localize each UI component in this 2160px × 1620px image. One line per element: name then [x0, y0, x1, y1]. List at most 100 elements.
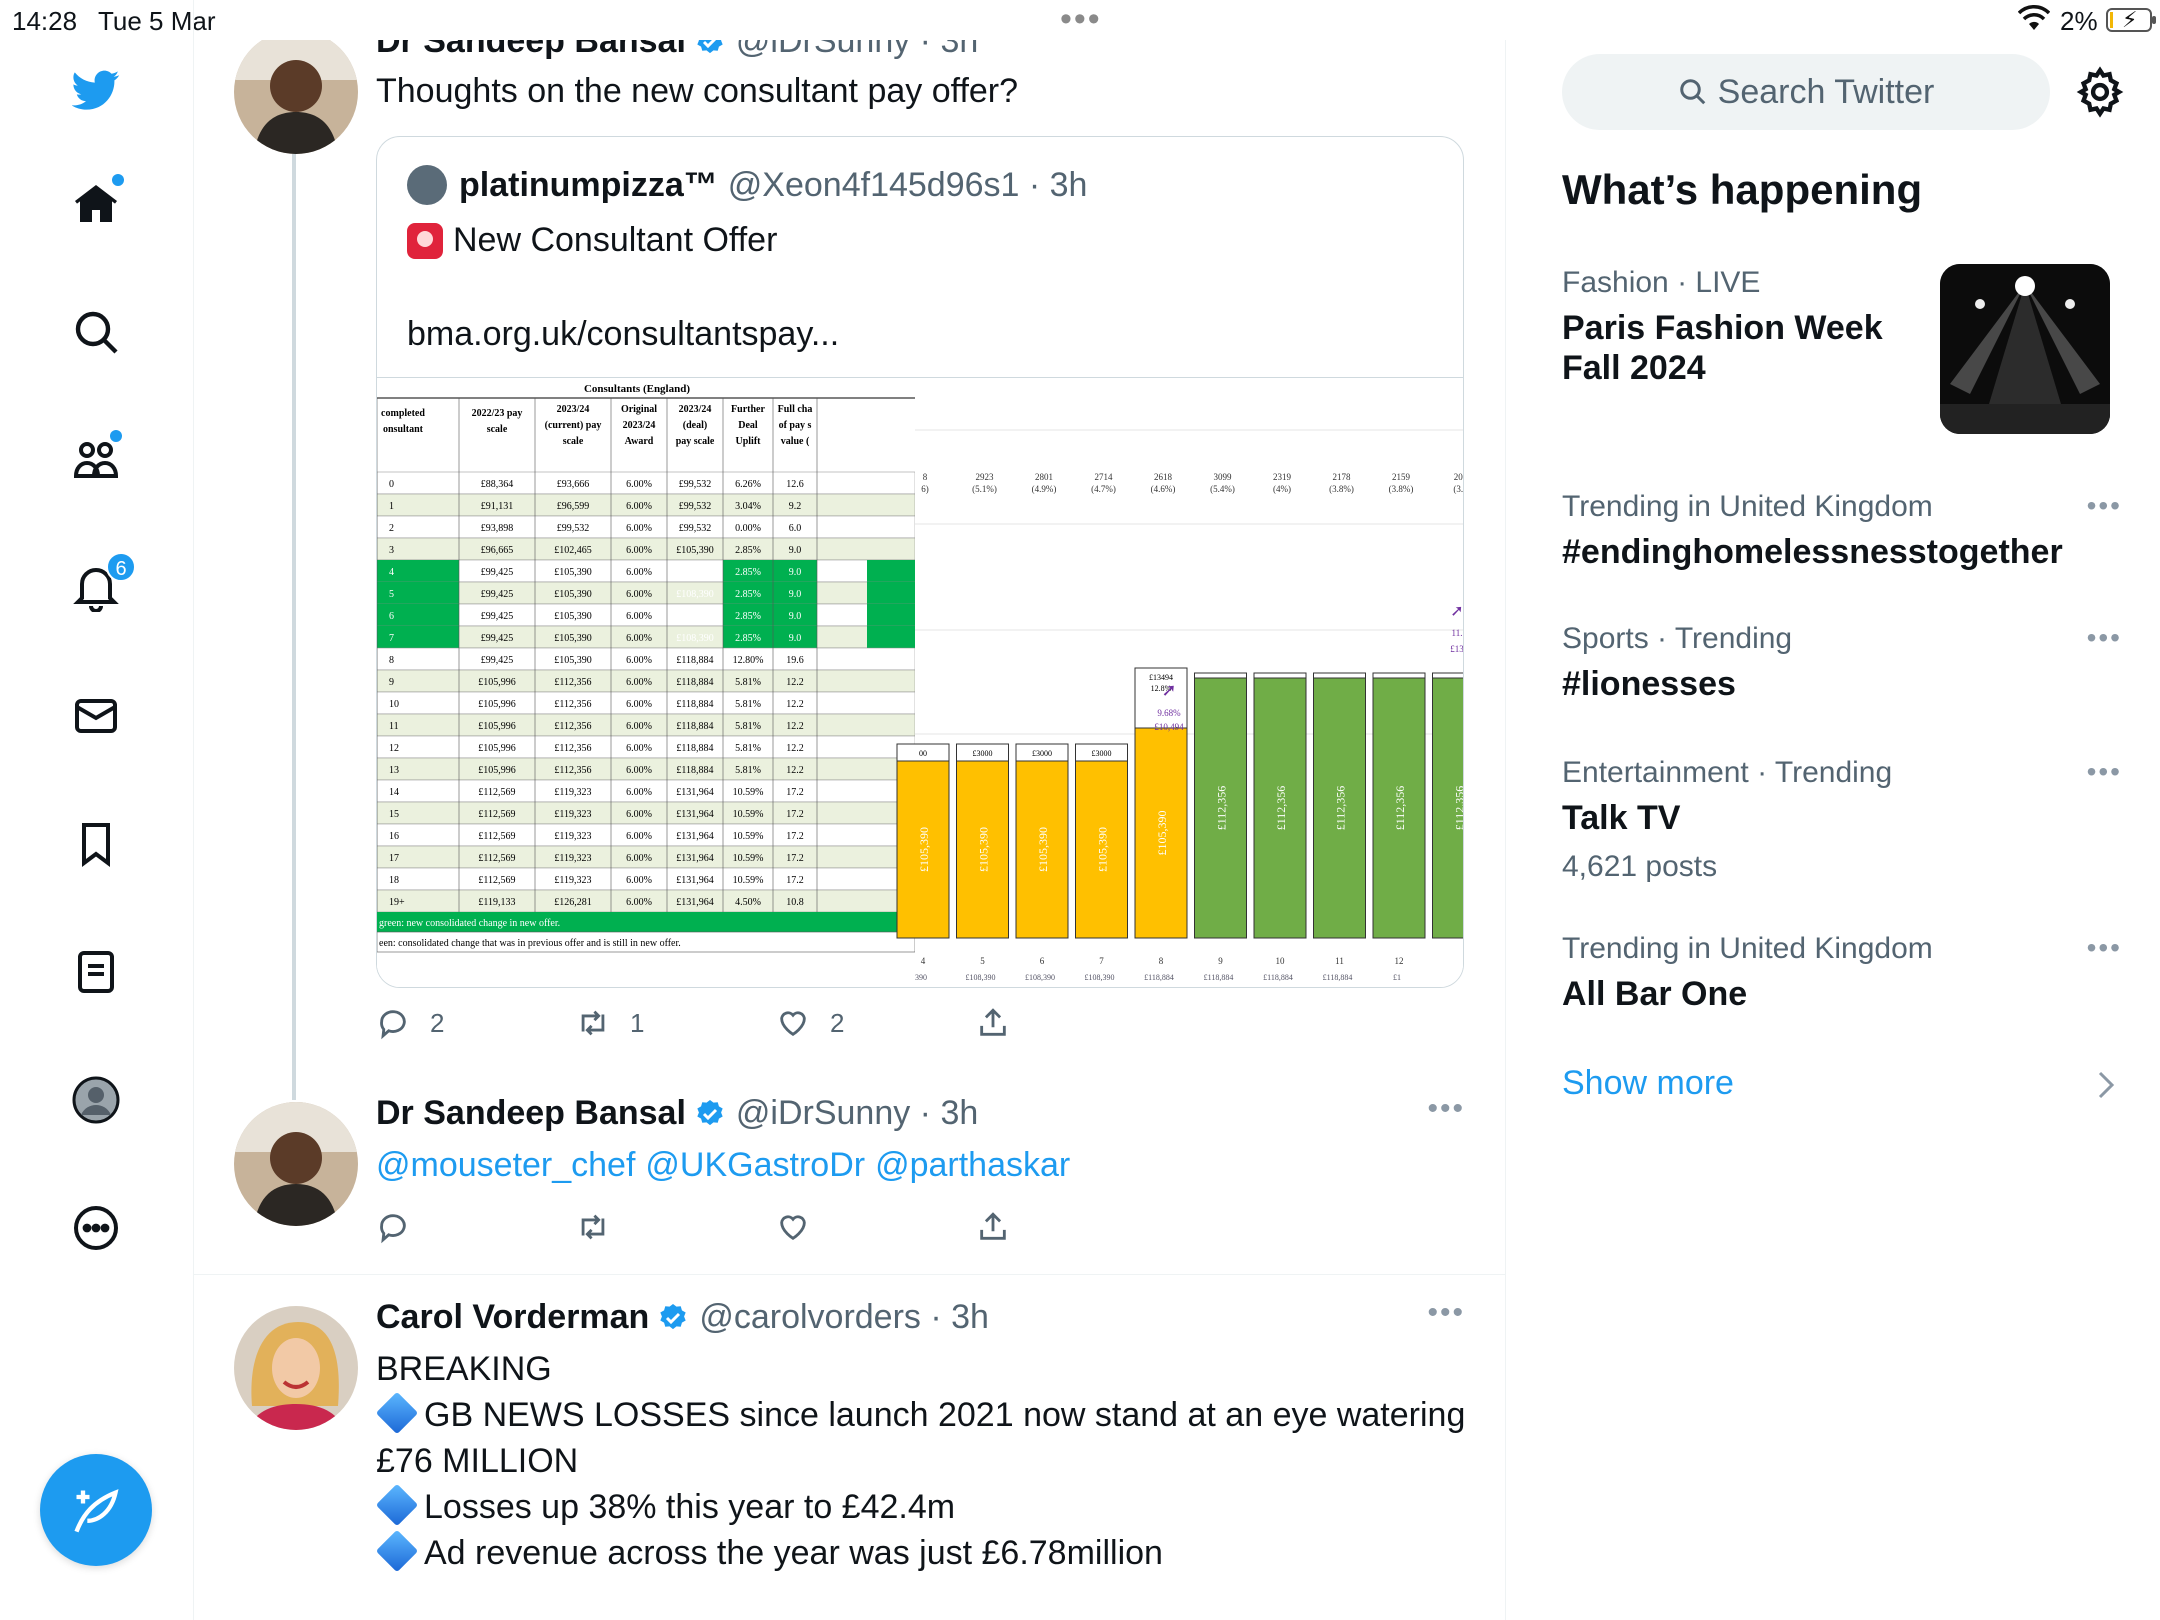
whats-happening-heading: What’s happening — [1562, 166, 1923, 213]
trend-thumbnail[interactable] — [1940, 264, 2110, 434]
top-label: (4.6%) — [1151, 484, 1176, 494]
bottom-value-label: £118,884 — [1323, 973, 1353, 982]
avatar[interactable] — [234, 40, 358, 154]
table-cell: £105,996 — [478, 677, 516, 688]
share-button[interactable] — [976, 1210, 1176, 1244]
profile-avatar-icon[interactable] — [60, 1064, 132, 1136]
top-label: (4.7%) — [1091, 484, 1116, 494]
table-header: (current) pay — [545, 420, 602, 431]
trend-more-icon[interactable]: ••• — [2087, 932, 2122, 964]
messages-envelope-icon[interactable] — [60, 680, 132, 752]
table-cell: £105,996 — [478, 765, 516, 776]
quoted-image[interactable]: Consultants (England) completed onsultant 2… — [377, 377, 1464, 987]
author-name[interactable]: Carol Vorderman — [376, 1298, 649, 1337]
compose-tweet-button[interactable] — [40, 1454, 152, 1566]
table-legend: een: consolidated change that was in pre… — [379, 938, 681, 949]
trend-item[interactable]: Entertainment · Trending Talk TV 4,621 p… — [1562, 756, 2122, 884]
trend-item[interactable]: Trending in United Kingdom All Bar One •… — [1562, 932, 2122, 1014]
mention-link[interactable]: @mouseter_chef — [376, 1146, 635, 1184]
like-button[interactable]: 2 — [776, 1006, 976, 1040]
search-input[interactable]: Search Twitter — [1562, 54, 2050, 130]
author-handle[interactable]: @carolvorders · 3h — [699, 1298, 989, 1337]
like-button[interactable] — [776, 1210, 976, 1244]
trend-more-icon[interactable]: ••• — [2087, 622, 2122, 654]
tweet-more-icon[interactable]: ••• — [1427, 1296, 1465, 1330]
mention-link[interactable]: @parthaskar — [875, 1146, 1070, 1184]
table-cell: £99,532 — [679, 479, 712, 490]
table-cell: £118,884 — [676, 677, 713, 688]
lists-icon[interactable] — [60, 936, 132, 1008]
more-options-icon[interactable] — [60, 1192, 132, 1264]
show-more-link[interactable]: Show more — [1562, 1064, 1734, 1103]
quoted-link[interactable]: bma.org.uk/consultantspay... — [407, 315, 839, 354]
tweet-more-icon[interactable]: ••• — [1427, 1092, 1465, 1126]
top-label: 2801 — [1035, 472, 1053, 482]
home-icon[interactable] — [60, 168, 132, 240]
table-cell: £99,425 — [481, 655, 514, 666]
author-handle[interactable]: @iDrSunny · 3h — [736, 40, 978, 61]
x-tick-label: 7 — [1099, 956, 1104, 966]
table-header: Further — [731, 404, 765, 415]
multitasking-dots-icon[interactable]: ••• — [1060, 0, 1102, 39]
tweet-text-line: Losses up 38% this year to £42.4m — [375, 1483, 955, 1530]
table-title: Consultants (England) — [584, 383, 690, 395]
settings-gear-icon[interactable] — [2074, 66, 2126, 118]
table-cell: 6.00% — [626, 875, 652, 886]
trend-more-icon[interactable]: ••• — [2087, 490, 2122, 522]
avatar[interactable] — [234, 1102, 358, 1226]
trend-title: #lionesses — [1562, 665, 1736, 703]
reply-button[interactable]: 2 — [376, 1006, 576, 1040]
table-cell: 7 — [389, 633, 394, 644]
explore-search-icon[interactable] — [60, 296, 132, 368]
tweet-more-icon[interactable]: ••• — [1427, 40, 1465, 54]
table-cell: 19.6 — [786, 655, 804, 666]
share-button[interactable] — [976, 1006, 1176, 1040]
top-label: 204 — [1454, 472, 1464, 482]
table-cell: £118,884 — [676, 721, 713, 732]
table-cell: 6.00% — [626, 853, 652, 864]
verified-badge-icon — [697, 1099, 723, 1125]
table-cell: 6.00% — [626, 655, 652, 666]
trend-item[interactable]: Sports · Trending #lionesses ••• — [1562, 622, 2122, 704]
trend-context: Sports · Trending — [1562, 622, 1793, 655]
table-cell: £88,364 — [481, 479, 514, 490]
table-cell: £102,465 — [554, 545, 592, 556]
table-cell: £112,569 — [478, 875, 515, 886]
trend-title: Talk TV — [1562, 799, 1681, 837]
mention-link[interactable]: @UKGastroDr — [645, 1146, 865, 1184]
trend-item[interactable]: Trending in United Kingdom #endinghomele… — [1562, 490, 2122, 572]
table-header: Award — [625, 436, 654, 447]
table-cell: 13 — [389, 765, 399, 776]
table-cell: 10.59% — [733, 875, 764, 886]
quoted-avatar[interactable] — [407, 165, 447, 205]
table-cell: £131,964 — [676, 875, 714, 886]
retweet-button[interactable] — [576, 1210, 776, 1244]
table-cell: £99,425 — [481, 633, 514, 644]
chevron-right-icon[interactable] — [2094, 1070, 2118, 1100]
quoted-tweet[interactable]: platinumpizza™ @Xeon4f145d96s1 · 3h New … — [376, 136, 1464, 988]
trend-more-icon[interactable]: ••• — [2087, 756, 2122, 788]
table-cell: 3.04% — [735, 501, 761, 512]
table-cell: 6 — [389, 611, 394, 622]
table-cell: 0 — [389, 479, 394, 490]
table-cell: 6.00% — [626, 567, 652, 578]
tweet-actions — [376, 1210, 1176, 1244]
bottom-value-label: £118,884 — [1263, 973, 1293, 982]
reply-button[interactable] — [376, 1210, 576, 1244]
author-handle[interactable]: @iDrSunny · 3h — [736, 1094, 978, 1133]
table-cell: 9.2 — [789, 501, 802, 512]
reply-count: 2 — [430, 1007, 445, 1038]
table-cell: 5.81% — [735, 677, 761, 688]
siren-emoji-icon — [407, 222, 443, 259]
avatar[interactable] — [234, 1306, 358, 1430]
blue-diamond-icon — [375, 1483, 419, 1527]
author-name[interactable]: Dr Sandeep Bansal — [376, 1094, 686, 1133]
notifications-bell-icon[interactable]: 6 — [60, 552, 136, 624]
communities-icon[interactable] — [60, 424, 132, 496]
retweet-button[interactable]: 1 — [576, 1006, 776, 1040]
bookmarks-icon[interactable] — [60, 808, 132, 880]
table-cell: 17 — [389, 853, 399, 864]
top-label: 2159 — [1392, 472, 1411, 482]
twitter-logo-icon[interactable] — [60, 54, 132, 126]
author-name[interactable]: Dr Sandeep Bansal — [376, 40, 686, 61]
